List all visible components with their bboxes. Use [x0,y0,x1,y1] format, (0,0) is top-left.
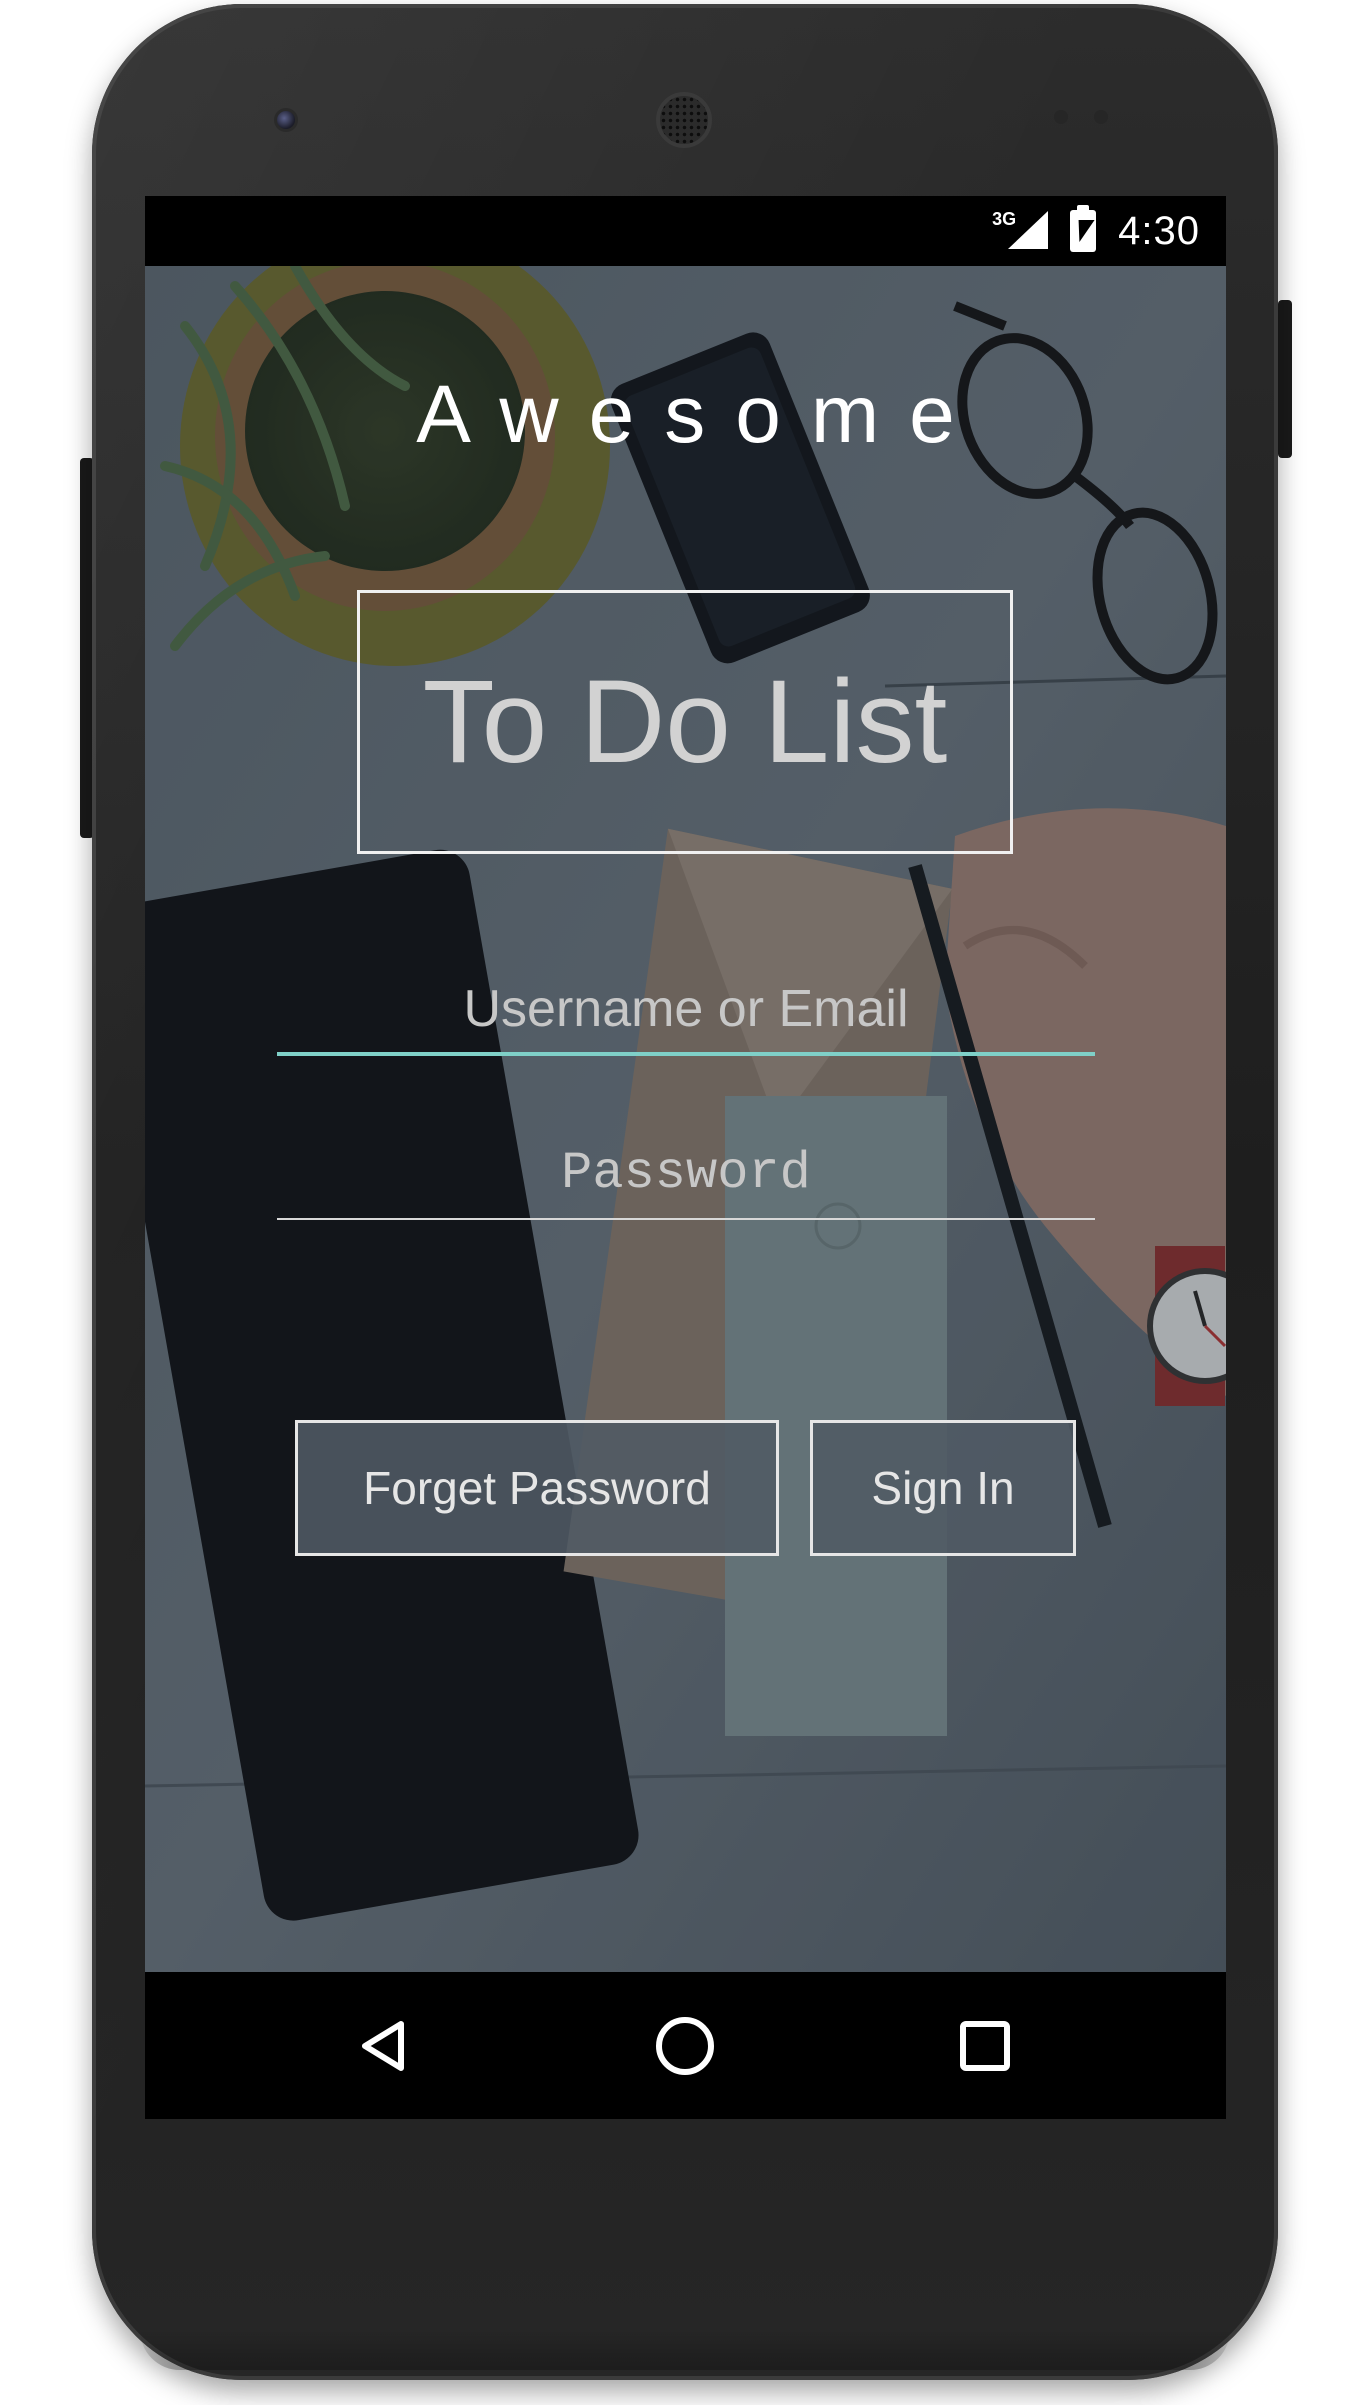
home-icon [656,2017,714,2075]
battery-charging-icon [1070,205,1097,252]
light-sensor [1094,110,1108,124]
sign-in-button[interactable]: Sign In [810,1420,1076,1556]
app-title: To Do List [422,656,948,788]
username-field [277,966,1095,1056]
proximity-sensor [1054,110,1068,124]
title-box: To Do List [357,590,1013,854]
login-screen: Awesome To Do List Forget Password Sign … [145,266,1226,1972]
password-field [277,1128,1095,1220]
forget-password-button[interactable]: Forget Password [295,1420,779,1556]
signal-bars [1008,211,1049,249]
username-input[interactable] [277,966,1095,1052]
password-input[interactable] [277,1128,1095,1218]
back-button[interactable] [337,1998,433,2094]
earpiece-speaker [656,92,712,148]
navigation-bar [145,1972,1226,2119]
screen: 3G 4:30 Awesome To Do List Username or E… [145,196,1226,2119]
recents-icon [960,2021,1010,2071]
status-icons: 3G 4:30 [992,196,1200,266]
status-time: 4:30 [1118,208,1200,253]
brand-heading: Awesome [416,369,985,460]
recents-button[interactable] [937,1998,1033,2094]
front-camera [274,108,298,132]
power-button[interactable] [1278,300,1292,458]
frame-shadow [140,2330,1230,2370]
back-icon [362,2021,404,2071]
signal-icon: 3G [992,209,1049,253]
status-bar: 3G 4:30 [145,196,1226,266]
charging-bolt [1071,220,1095,242]
background-overlay [145,266,1226,1972]
home-button[interactable] [637,1998,733,2094]
